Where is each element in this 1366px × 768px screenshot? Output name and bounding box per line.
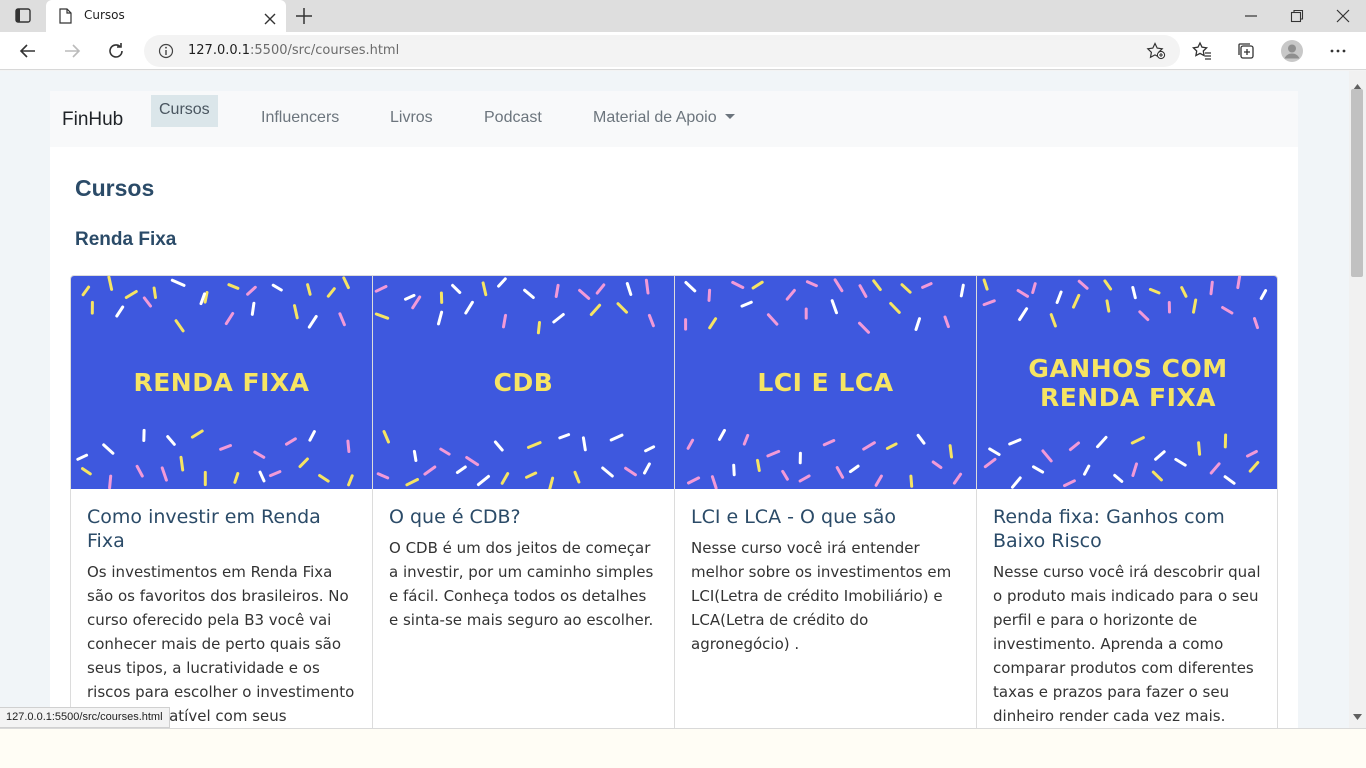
card-image: RENDA FIXA: [71, 276, 372, 489]
card-text: Os investimentos em Renda Fixa são os fa…: [87, 563, 355, 725]
more-icon[interactable]: [1328, 41, 1348, 65]
profile-icon[interactable]: [1280, 39, 1304, 67]
page-title: Cursos: [75, 175, 155, 201]
card-body: Como investir em Renda Fixa Os investime…: [87, 505, 358, 728]
nav-link-podcast[interactable]: Podcast: [484, 109, 542, 127]
address-host: 127.0.0.1: [188, 43, 251, 58]
card-text: O CDB é um dos jeitos de começar a inves…: [389, 539, 654, 629]
card-image-text: GANHOS COM RENDA FIXA: [1028, 353, 1228, 412]
back-icon[interactable]: [18, 41, 38, 65]
tab-strip: Cursos: [0, 0, 1366, 32]
navbar: FinHub Cursos Influencers Livros Podcast…: [50, 91, 1298, 147]
address-path: :5500/src/courses.html: [250, 43, 400, 58]
card-group: RENDA FIXA Como investir em Renda Fixa O…: [70, 275, 1278, 728]
nav-dropdown-label: Material de Apoio: [593, 109, 717, 126]
card-text: Nesse curso você irá entender melhor sob…: [691, 539, 952, 653]
close-window-icon[interactable]: [1336, 8, 1350, 27]
card-text: Nesse curso você irá descobrir qual o pr…: [993, 563, 1261, 725]
caret-down-icon: [724, 114, 735, 119]
scroll-thumb[interactable]: [1351, 89, 1363, 277]
tab-title: Cursos: [84, 8, 125, 22]
course-card[interactable]: GANHOS COM RENDA FIXA Renda fixa: Ganhos…: [977, 276, 1277, 728]
plus-icon[interactable]: [294, 7, 314, 29]
course-card[interactable]: CDB O que é CDB? O CDB é um dos jeitos d…: [373, 276, 675, 728]
scroll-down-icon[interactable]: [1353, 705, 1362, 724]
bottom-strip: [0, 728, 1366, 768]
address-url: 127.0.0.1:5500/src/courses.html: [188, 43, 399, 58]
card-image-text: LCI E LCA: [757, 368, 894, 397]
card-image: GANHOS COM RENDA FIXA: [977, 276, 1277, 489]
page-icon: [58, 8, 72, 28]
page-viewport: FinHub Cursos Influencers Livros Podcast…: [0, 71, 1349, 728]
nav-link-influencers[interactable]: Influencers: [261, 109, 339, 127]
card-body: Renda fixa: Ganhos com Baixo Risco Nesse…: [993, 505, 1265, 728]
course-card[interactable]: RENDA FIXA Como investir em Renda Fixa O…: [71, 276, 373, 728]
card-title[interactable]: Como investir em Renda Fixa: [87, 505, 358, 553]
card-body: LCI e LCA - O que são Nesse curso você i…: [691, 505, 962, 656]
status-bar-url: 127.0.0.1:5500/src/courses.html: [0, 707, 170, 728]
card-image-text: RENDA FIXA: [133, 368, 310, 397]
address-bar[interactable]: 127.0.0.1:5500/src/courses.html: [144, 35, 1180, 67]
card-title[interactable]: O que é CDB?: [389, 505, 660, 529]
course-card[interactable]: LCI E LCA LCI e LCA - O que são Nesse cu…: [675, 276, 977, 728]
browser-tab[interactable]: Cursos: [46, 0, 286, 32]
favorites-icon[interactable]: [1191, 41, 1212, 65]
add-favorite-icon[interactable]: [1146, 42, 1166, 64]
brand-logo[interactable]: FinHub: [62, 109, 123, 131]
tab-actions-icon[interactable]: [12, 6, 34, 26]
nav-link-cursos[interactable]: Cursos: [151, 95, 218, 127]
card-title[interactable]: LCI e LCA - O que são: [691, 505, 962, 529]
restore-icon[interactable]: [1290, 8, 1304, 27]
browser-toolbar: 127.0.0.1:5500/src/courses.html: [0, 32, 1366, 70]
card-image: LCI E LCA: [675, 276, 976, 489]
forward-icon[interactable]: [62, 41, 82, 65]
refresh-icon[interactable]: [106, 41, 126, 65]
card-title[interactable]: Renda fixa: Ganhos com Baixo Risco: [993, 505, 1265, 553]
page-container: FinHub Cursos Influencers Livros Podcast…: [50, 91, 1298, 728]
close-icon[interactable]: [264, 10, 276, 29]
card-image-text: CDB: [493, 368, 554, 397]
card-body: O que é CDB? O CDB é um dos jeitos de co…: [389, 505, 660, 632]
nav-dropdown-material-de-apoio[interactable]: Material de Apoio: [593, 109, 735, 127]
minimize-icon[interactable]: [1244, 8, 1258, 27]
collections-icon[interactable]: [1236, 41, 1256, 65]
section-title: Renda Fixa: [75, 229, 177, 250]
vertical-scrollbar[interactable]: [1349, 71, 1366, 728]
info-icon[interactable]: [158, 43, 174, 63]
card-image: CDB: [373, 276, 674, 489]
nav-link-livros[interactable]: Livros: [390, 109, 433, 127]
